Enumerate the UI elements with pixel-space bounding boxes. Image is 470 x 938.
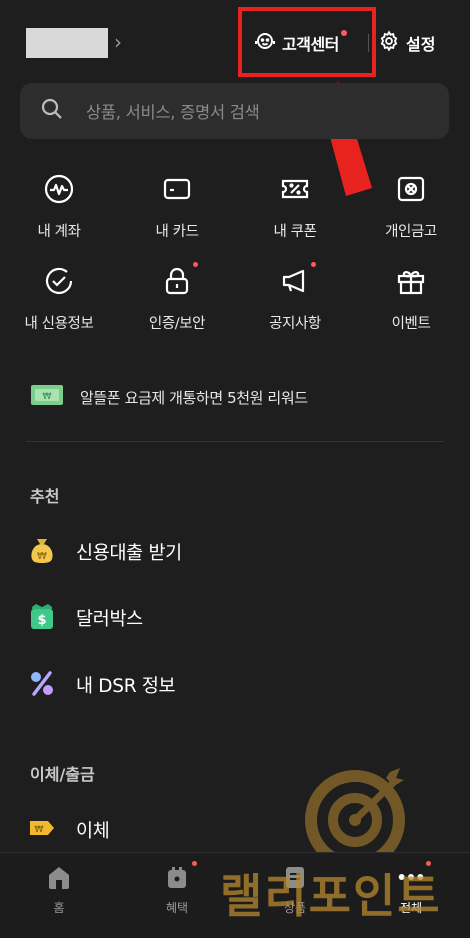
menu-item-my-card[interactable]: 내 카드	[118, 168, 236, 248]
nav-tab-label: 혜택	[165, 901, 189, 915]
account-wave-icon	[42, 172, 76, 206]
menu-item-label: 공지사항	[269, 316, 321, 332]
list-item-label: 이체	[76, 821, 110, 842]
benefit-icon	[163, 861, 197, 891]
money-bag-icon: ₩	[28, 535, 56, 569]
nav-tab-label: 상품	[283, 901, 307, 915]
cash-bill-icon: ₩	[30, 382, 64, 412]
menu-item-events[interactable]: 이벤트	[352, 260, 470, 340]
nav-tab-products[interactable]: 상품	[236, 863, 354, 916]
menu-item-label: 개인금고	[385, 224, 437, 240]
megaphone-icon	[278, 262, 316, 298]
search-bar[interactable]: 상품, 서비스, 증명서 검색	[20, 83, 449, 139]
safe-icon	[394, 172, 428, 206]
list-item-dollar-box[interactable]: $ 달러박스	[28, 601, 143, 635]
search-placeholder: 상품, 서비스, 증명서 검색	[86, 103, 260, 122]
menu-item-personal-safe[interactable]: 개인금고	[352, 168, 470, 248]
coupon-icon	[278, 172, 312, 206]
highlight-box-annotation	[238, 7, 376, 77]
lock-icon	[160, 262, 198, 298]
more-dots-icon	[397, 861, 431, 891]
menu-item-notices[interactable]: 공지사항	[236, 260, 354, 340]
svg-text:₩: ₩	[37, 551, 47, 562]
menu-item-label: 내 계좌	[37, 224, 81, 240]
svg-text:₩: ₩	[43, 392, 52, 402]
gear-icon	[378, 30, 400, 56]
list-item-label: 달러박스	[76, 609, 143, 630]
list-item-transfer[interactable]: ₩ 이체	[28, 813, 110, 847]
nav-tab-label: 전체	[399, 901, 423, 915]
menu-item-label: 내 신용정보	[24, 316, 94, 332]
promo-label: 알뜰폰 요금제 개통하면 5천원 리워드	[80, 388, 308, 407]
transfer-tag-icon: ₩	[28, 813, 56, 847]
svg-text:₩: ₩	[35, 825, 44, 835]
profile-name-redacted[interactable]	[26, 28, 108, 58]
nav-tab-label: 홈	[53, 901, 65, 915]
list-item-dsr-info[interactable]: 내 DSR 정보	[28, 668, 176, 702]
chevron-right-icon[interactable]: ›	[114, 30, 122, 54]
menu-item-credit-info[interactable]: 내 신용정보	[0, 260, 118, 340]
gift-icon	[394, 264, 428, 298]
menu-item-label: 내 카드	[155, 224, 199, 240]
menu-item-label: 이벤트	[391, 316, 431, 332]
search-icon	[40, 97, 64, 125]
home-icon	[45, 863, 73, 891]
section-divider	[26, 441, 444, 442]
list-item-label: 내 DSR 정보	[76, 676, 176, 697]
list-item-credit-loan[interactable]: ₩ 신용대출 받기	[28, 535, 182, 569]
percent-icon	[28, 668, 56, 702]
nav-tab-home[interactable]: 홈	[0, 863, 118, 916]
menu-item-auth-security[interactable]: 인증/보안	[118, 260, 236, 340]
dollar-box-icon: $	[28, 601, 56, 635]
promo-banner[interactable]: ₩ 알뜰폰 요금제 개통하면 5천원 리워드	[30, 382, 308, 412]
nav-tab-all[interactable]: 전체	[352, 861, 470, 916]
menu-item-my-coupon[interactable]: 내 쿠폰	[236, 168, 354, 248]
svg-text:$: $	[37, 613, 46, 628]
menu-item-label: 인증/보안	[148, 316, 206, 332]
product-icon	[281, 863, 309, 891]
notification-dot	[311, 262, 316, 267]
section-title-transfer: 이체/출금	[30, 765, 95, 784]
menu-item-label: 내 쿠폰	[273, 224, 317, 240]
section-title-recommend: 추천	[30, 487, 60, 506]
menu-item-my-account[interactable]: 내 계좌	[0, 168, 118, 248]
credit-check-icon	[42, 264, 76, 298]
notification-dot	[192, 861, 197, 866]
card-icon	[160, 172, 194, 206]
bottom-navigation: 홈 혜택 상품 전체	[0, 852, 470, 938]
list-item-label: 신용대출 받기	[76, 543, 182, 564]
settings-label: 설정	[406, 35, 436, 54]
top-header: › 고객센터 설정	[0, 0, 470, 80]
settings-button[interactable]: 설정	[378, 28, 435, 58]
nav-tab-benefit[interactable]: 혜택	[118, 861, 236, 916]
notification-dot	[193, 262, 198, 267]
notification-dot	[426, 861, 431, 866]
